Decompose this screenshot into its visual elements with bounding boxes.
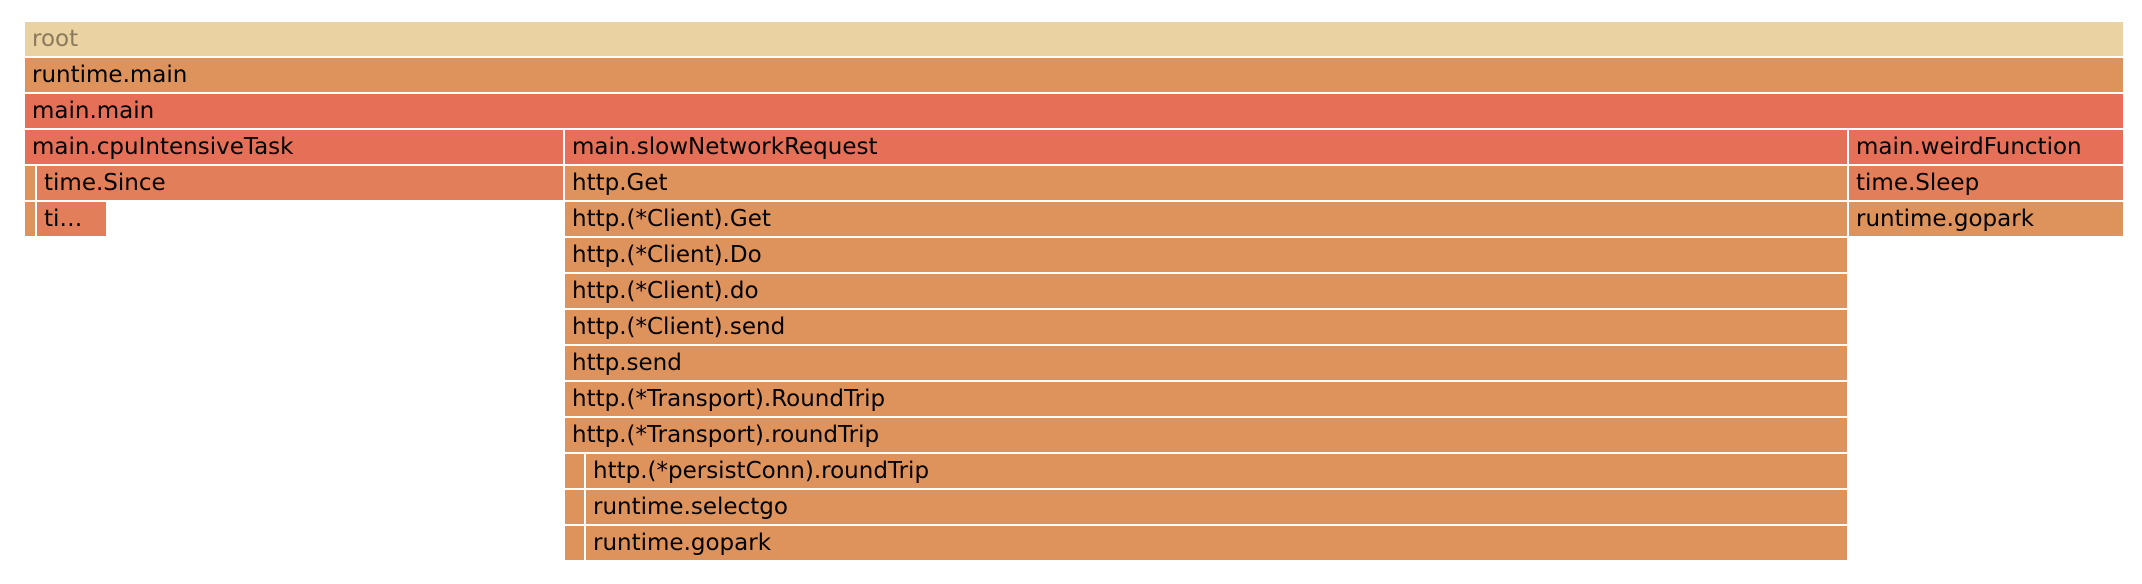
frame-label: http.(*Client).do: [572, 278, 759, 304]
frame-transport-self-sliver-3[interactable]: [565, 526, 584, 560]
frame-http-send[interactable]: http.send: [565, 346, 1847, 380]
frame-label: http.Get: [572, 170, 668, 196]
frame-label: http.(*Transport).roundTrip: [572, 422, 880, 448]
frame-http-client-do-lower[interactable]: http.(*Client).do: [565, 274, 1847, 308]
frame-runtime-gopark-network[interactable]: runtime.gopark: [586, 526, 1847, 560]
frame-label: root: [32, 26, 79, 52]
frame-label: main.slowNetworkRequest: [572, 134, 878, 160]
frame-label: time.Sleep: [1856, 170, 1980, 196]
frame-http-transport-roundtrip-lower[interactable]: http.(*Transport).roundTrip: [565, 418, 1847, 452]
frame-label: main.weirdFunction: [1856, 134, 2082, 160]
frame-transport-self-sliver-1[interactable]: [565, 454, 584, 488]
flamegraph: root runtime.main main.main main.cpuIntensi…: [0, 0, 2142, 584]
frame-http-client-get[interactable]: http.(*Client).Get: [565, 202, 1847, 236]
frame-ti-truncated[interactable]: ti…: [37, 202, 106, 236]
frame-label: http.(*Transport).RoundTrip: [572, 386, 886, 412]
frame-http-persistconn-roundtrip[interactable]: http.(*persistConn).roundTrip: [586, 454, 1847, 488]
frame-label: runtime.gopark: [593, 530, 772, 556]
frame-label: runtime.gopark: [1856, 206, 2035, 232]
frame-http-client-do-upper[interactable]: http.(*Client).Do: [565, 238, 1847, 272]
frame-http-transport-roundtrip-upper[interactable]: http.(*Transport).RoundTrip: [565, 382, 1847, 416]
frame-main-slownetworkrequest[interactable]: main.slowNetworkRequest: [565, 130, 1847, 164]
frame-root[interactable]: root: [25, 22, 2123, 56]
frame-label: http.(*Client).Get: [572, 206, 771, 232]
frame-label: time.Since: [44, 170, 166, 196]
frame-label: http.(*Client).send: [572, 314, 786, 340]
frame-label: runtime.selectgo: [593, 494, 788, 520]
frame-http-client-send[interactable]: http.(*Client).send: [565, 310, 1847, 344]
frame-label: http.send: [572, 350, 682, 376]
frame-runtime-main[interactable]: runtime.main: [25, 58, 2123, 92]
frame-label: ti…: [44, 206, 83, 232]
frame-cpu-self-sliver-2[interactable]: [25, 202, 35, 236]
frame-main-main[interactable]: main.main: [25, 94, 2123, 128]
frame-http-get[interactable]: http.Get: [565, 166, 1847, 200]
frame-label: main.main: [32, 98, 155, 124]
frame-label: main.cpuIntensiveTask: [32, 134, 294, 160]
frame-main-cpuintensivetask[interactable]: main.cpuIntensiveTask: [25, 130, 563, 164]
frame-main-weirdfunction[interactable]: main.weirdFunction: [1849, 130, 2123, 164]
frame-label: http.(*Client).Do: [572, 242, 762, 268]
frame-runtime-gopark-weird[interactable]: runtime.gopark: [1849, 202, 2123, 236]
frame-time-since[interactable]: time.Since: [37, 166, 563, 200]
frame-runtime-selectgo[interactable]: runtime.selectgo: [586, 490, 1847, 524]
frame-cpu-self-sliver[interactable]: [25, 166, 35, 200]
frame-label: runtime.main: [32, 62, 188, 88]
frame-label: http.(*persistConn).roundTrip: [593, 458, 930, 484]
frame-time-sleep[interactable]: time.Sleep: [1849, 166, 2123, 200]
frame-transport-self-sliver-2[interactable]: [565, 490, 584, 524]
